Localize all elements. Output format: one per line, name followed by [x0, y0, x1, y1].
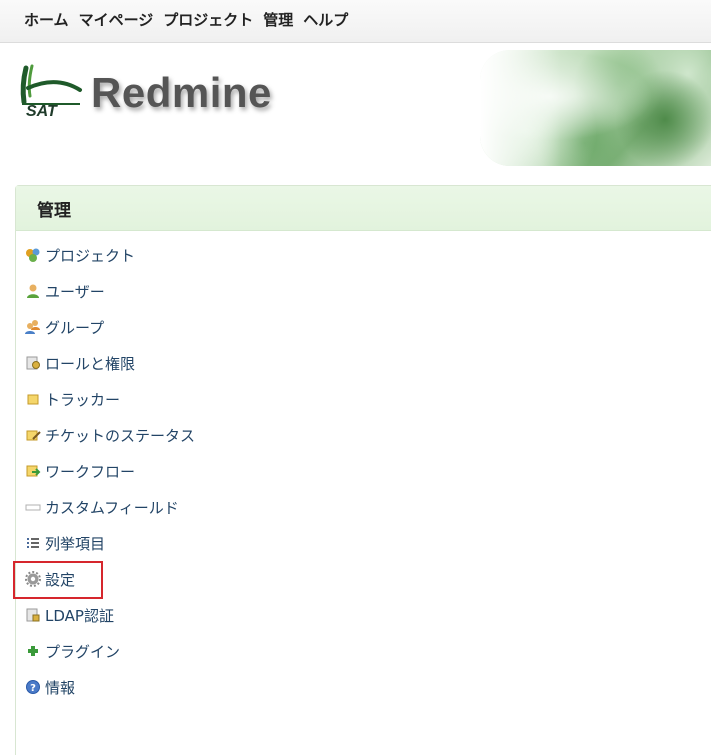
projects-icon [25, 247, 41, 263]
admin-menu: プロジェクト ユーザー グループ ロールと権限 トラッカー チケットのステータス [25, 237, 195, 705]
admin-menu-label: トラッカー [45, 390, 121, 409]
admin-menu-label: 情報 [45, 678, 76, 697]
issue-status-icon [25, 427, 41, 443]
logo-text: SAT [26, 103, 58, 118]
admin-menu-roles[interactable]: ロールと権限 [25, 345, 195, 381]
admin-menu-workflows[interactable]: ワークフロー [25, 453, 195, 489]
custom-field-icon [25, 499, 41, 515]
admin-menu-label: グループ [45, 318, 105, 337]
admin-menu-groups[interactable]: グループ [25, 309, 195, 345]
header-banner-image [480, 50, 711, 166]
admin-menu-users[interactable]: ユーザー [25, 273, 195, 309]
admin-menu-label: ユーザー [45, 282, 105, 301]
admin-menu-projects[interactable]: プロジェクト [25, 237, 195, 273]
user-icon [25, 283, 41, 299]
admin-menu-settings[interactable]: 設定 [25, 561, 195, 597]
admin-menu-trackers[interactable]: トラッカー [25, 381, 195, 417]
admin-panel-title: 管理 [16, 186, 711, 231]
tracker-icon [25, 391, 41, 407]
top-menu-help[interactable]: ヘルプ [303, 9, 348, 30]
admin-menu-label: 列挙項目 [45, 534, 106, 553]
gear-icon [25, 571, 41, 587]
ldap-icon [25, 607, 41, 623]
admin-menu-enumerations[interactable]: 列挙項目 [25, 525, 195, 561]
roles-icon [25, 355, 41, 371]
admin-menu-label: LDAP認証 [45, 606, 114, 625]
top-menu-home[interactable]: ホーム [24, 9, 69, 30]
top-menu-list: ホーム マイページ プロジェクト 管理 ヘルプ [0, 0, 711, 38]
admin-menu-label: カスタムフィールド [45, 498, 179, 517]
top-menu: ホーム マイページ プロジェクト 管理 ヘルプ [0, 0, 711, 43]
admin-menu-custom-fields[interactable]: カスタムフィールド [25, 489, 195, 525]
list-icon [25, 535, 41, 551]
admin-menu-label: ロールと権限 [45, 354, 136, 373]
plugin-icon [25, 643, 41, 659]
top-menu-projects[interactable]: プロジェクト [163, 9, 253, 30]
admin-menu-information[interactable]: ? 情報 [25, 669, 195, 705]
admin-menu-label: チケットのステータス [45, 426, 196, 445]
admin-menu-label: プロジェクト [45, 246, 136, 265]
admin-menu-label: ワークフロー [45, 462, 136, 481]
svg-text:?: ? [30, 683, 36, 694]
admin-menu-label: プラグイン [45, 642, 121, 661]
admin-menu-ldap-authentication[interactable]: LDAP認証 [25, 597, 195, 633]
help-icon: ? [25, 679, 41, 695]
workflow-icon [25, 463, 41, 479]
header: SAT Redmine [0, 44, 711, 174]
top-menu-my-page[interactable]: マイページ [79, 9, 154, 30]
sat-logo: SAT [20, 64, 82, 118]
group-icon [25, 319, 41, 335]
admin-menu-label: 設定 [45, 570, 76, 589]
admin-menu-issue-statuses[interactable]: チケットのステータス [25, 417, 195, 453]
site-title[interactable]: Redmine [91, 69, 272, 117]
admin-menu-plugins[interactable]: プラグイン [25, 633, 195, 669]
top-menu-administration[interactable]: 管理 [263, 9, 293, 30]
